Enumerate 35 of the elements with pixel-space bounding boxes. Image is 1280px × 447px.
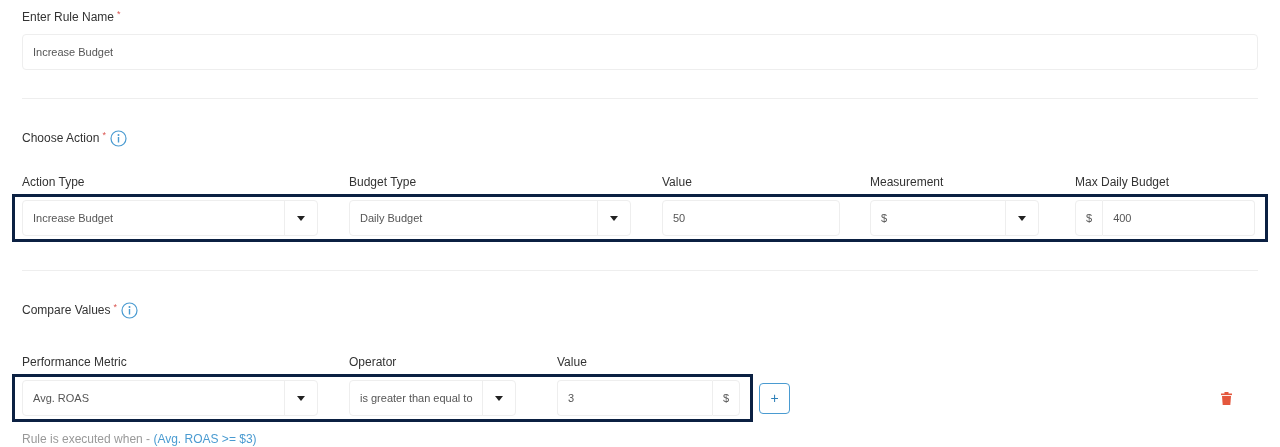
field-label: Budget Type	[349, 174, 418, 191]
caret-icon	[495, 395, 503, 401]
select-field[interactable]: $	[870, 200, 1039, 236]
required-asterisk: *	[113, 301, 117, 314]
required-asterisk: *	[117, 8, 121, 21]
required-asterisk: *	[102, 129, 106, 142]
select-field[interactable]: is greater than equal to	[349, 380, 516, 416]
select-field[interactable]: Daily Budget	[349, 200, 631, 236]
input-field[interactable]: 3	[557, 380, 712, 416]
info-icon[interactable]	[109, 129, 127, 147]
caret-icon	[297, 215, 305, 221]
caret-icon	[610, 215, 618, 221]
caret-icon	[297, 395, 305, 401]
caret-icon	[1018, 215, 1026, 221]
field-label: Measurement	[870, 174, 945, 191]
select-field[interactable]: Avg. ROAS	[22, 380, 318, 416]
field-label: Max Daily Budget	[1075, 174, 1171, 191]
currency-addon: $	[711, 380, 740, 416]
field-label: Performance Metric	[22, 354, 128, 371]
trash-icon[interactable]	[1221, 391, 1232, 405]
add-button[interactable]: +	[759, 382, 790, 414]
section-title: Choose Action	[22, 130, 100, 147]
field-label: Action Type	[22, 174, 86, 191]
field-label: Operator	[349, 354, 398, 371]
input-field[interactable]: 400	[1103, 200, 1255, 236]
info-icon[interactable]	[121, 301, 138, 319]
field-label: Enter Rule Name	[22, 9, 115, 26]
currency-addon: $	[1075, 200, 1104, 236]
field-label: Value	[662, 174, 693, 191]
rule-summary: Rule is executed when - (Avg. ROAS >= $3)	[22, 431, 258, 447]
input-field[interactable]: Increase Budget	[22, 34, 1258, 70]
select-field[interactable]: Increase Budget	[22, 200, 318, 236]
field-label: Value	[557, 354, 588, 371]
input-field[interactable]: 50	[662, 200, 840, 236]
section-title: Compare Values	[22, 302, 111, 319]
